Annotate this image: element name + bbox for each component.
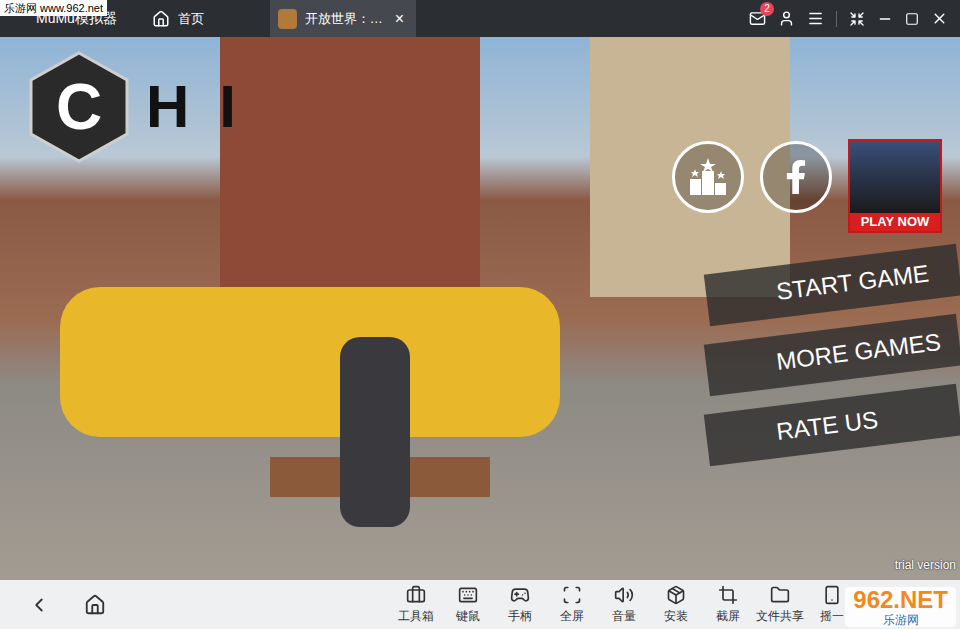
leaderboard-icon [686,157,730,197]
user-icon[interactable] [778,10,795,27]
close-icon[interactable] [931,10,948,27]
toolbar-item[interactable]: 工具箱 [390,585,442,625]
emulator-window: MuMu模拟器首页开放世界：…×2CHIPLAY NOWSTART GAMEMO… [0,0,960,629]
maximize-icon[interactable] [905,12,919,26]
home-tab[interactable]: 首页 [140,0,270,37]
shrink-icon[interactable] [849,11,865,27]
toolbar-item[interactable]: 键鼠 [442,585,494,625]
menu-icon[interactable] [807,10,824,27]
ad-picture [850,141,940,213]
game-tab[interactable]: 开放世界：…× [270,0,416,37]
toolbar-icon [718,585,738,605]
toolbar-icon [510,585,530,605]
watermark-top: 乐游网 www.962.net [0,0,107,16]
mail-badge: 2 [760,2,774,16]
toolbar-item[interactable]: 手柄 [494,585,546,625]
ad-button[interactable]: PLAY NOW [848,139,942,233]
toolbar-item[interactable]: 截屏 [702,585,754,625]
menu-button[interactable]: RATE US [704,384,960,467]
leaderboard-button[interactable] [672,141,744,213]
menu-button[interactable]: MORE GAMES [704,314,960,397]
mail-button[interactable]: 2 [749,10,766,27]
title-bar: MuMu模拟器首页开放世界：…×2 [0,0,960,37]
minimize-icon[interactable] [877,11,893,27]
trial-label: trial version [895,556,956,574]
bottom-toolbar: 工具箱键鼠手柄全屏音量安装截屏文件共享摇一 [0,580,960,629]
toolbar-icon [458,585,478,605]
logo-text: HI [146,62,266,152]
home-icon [152,10,170,28]
toolbar-item[interactable]: 全屏 [546,585,598,625]
toolbar-icon [770,585,790,605]
game-logo: CHI [28,51,266,163]
close-tab-button[interactable]: × [391,7,408,31]
toolbar-icon [822,585,842,605]
game-screen[interactable]: CHI PLAY NOW START GAMEMORE GAMESRATE US tr… [0,37,960,580]
toolbar-icon [562,585,582,605]
facebook-button[interactable] [760,141,832,213]
toolbar-item[interactable]: 文件共享 [754,585,806,625]
watermark-bottom: 962.NET乐游网 [845,587,956,627]
toolbar-icon [406,585,426,605]
toolbar-item[interactable]: 音量 [598,585,650,625]
facebook-icon [779,160,813,194]
back-icon[interactable] [28,594,50,616]
android-home-icon[interactable] [84,594,106,616]
toolbar-icon [666,585,686,605]
toolbar-item[interactable]: 安装 [650,585,702,625]
toolbar-icon [614,585,634,605]
game-thumbnail-icon [278,9,297,29]
main-menu: START GAMEMORE GAMESRATE US [706,259,960,451]
